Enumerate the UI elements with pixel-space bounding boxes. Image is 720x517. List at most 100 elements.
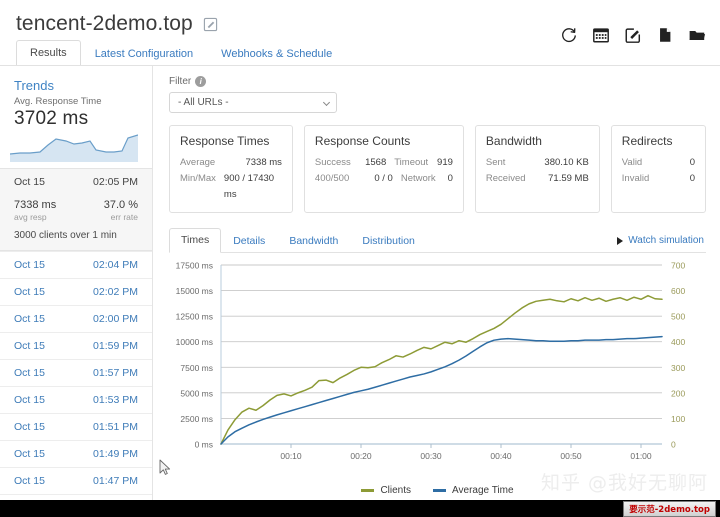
refresh-icon[interactable] xyxy=(560,26,578,44)
card-response-counts: Response Counts Success 1568 Timeout 919… xyxy=(303,125,464,213)
run-row-date: Oct 15 xyxy=(14,367,45,379)
legend-label-clients: Clients xyxy=(380,485,412,496)
response-counts-400500-value: 0 / 0 xyxy=(374,173,393,184)
run-list: Oct 15 02:05 PM 7338 ms avg resp 37.0 % … xyxy=(0,168,152,517)
selected-run-avg-resp: 7338 ms avg resp xyxy=(14,199,56,222)
y-left-tick-label: 2500 ms xyxy=(180,414,213,424)
redirects-row-invalid: Invalid 0 xyxy=(622,171,695,187)
y-left-tick-label: 7500 ms xyxy=(180,363,213,373)
x-tick-label: 00:10 xyxy=(280,451,302,461)
bandwidth-row-received: Received 71.59 MB xyxy=(486,171,589,187)
trends-title[interactable]: Trends xyxy=(14,78,138,93)
app-window: tencent-2demo.top Results Latest Configu… xyxy=(0,0,720,517)
legend-label-average-time: Average Time xyxy=(452,485,514,496)
run-row-date: Oct 15 xyxy=(14,259,45,271)
selected-run-err-rate: 37.0 % err rate xyxy=(104,199,138,222)
avg-resp-label: avg resp xyxy=(14,212,47,222)
chart-tab-times[interactable]: Times xyxy=(169,228,222,253)
tab-results[interactable]: Results xyxy=(16,40,81,67)
calendar-icon[interactable] xyxy=(592,26,610,44)
y-left-tick-label: 10000 ms xyxy=(176,337,213,347)
run-row[interactable]: Oct 15 01:49 PM xyxy=(0,440,152,467)
err-rate-label: err rate xyxy=(110,212,138,222)
y-left-tick-label: 5000 ms xyxy=(180,388,213,398)
run-row-date: Oct 15 xyxy=(14,313,45,325)
folder-icon[interactable] xyxy=(688,26,706,44)
run-row[interactable]: Oct 15 02:02 PM xyxy=(0,278,152,305)
selected-run-date: Oct 15 xyxy=(14,176,45,188)
response-times-row-minmax: Min/Max 900 / 17430 ms xyxy=(180,171,282,203)
response-counts-network-key: Network xyxy=(400,173,436,184)
run-row-date: Oct 15 xyxy=(14,448,45,460)
run-row-time: 01:49 PM xyxy=(93,448,138,460)
response-counts-timeout-key: Timeout xyxy=(394,157,429,168)
chart-tab-details[interactable]: Details xyxy=(221,229,277,253)
chevron-down-icon xyxy=(322,98,331,106)
y-right-tick-label: 0 xyxy=(671,440,676,450)
legend-swatch-clients xyxy=(361,489,375,492)
card-bandwidth-title: Bandwidth xyxy=(485,134,542,148)
chart-legend: Clients Average Time xyxy=(169,485,706,496)
y-right-tick-label: 500 xyxy=(671,312,685,322)
times-chart: 0 ms 0 2500 ms 100 5000 ms 200 7500 ms 300 10000… xyxy=(169,259,706,479)
selected-run-stats: 7338 ms avg resp 37.0 % err rate xyxy=(0,195,152,222)
y-right-tick-label: 400 xyxy=(671,337,685,347)
run-row[interactable]: Oct 15 02:00 PM xyxy=(0,305,152,332)
watch-simulation-link[interactable]: Watch simulation xyxy=(617,235,704,246)
bandwidth-sent-value: 380.10 KB xyxy=(544,157,589,168)
run-row-time: 02:02 PM xyxy=(93,286,138,298)
document-icon[interactable] xyxy=(656,26,674,44)
tab-webhooks-schedule[interactable]: Webhooks & Schedule xyxy=(207,41,346,67)
err-rate-value: 37.0 % xyxy=(103,199,138,211)
card-response-times-title: Response Times xyxy=(180,134,270,148)
chart-tab-bar: Times Details Bandwidth Distribution Wat… xyxy=(169,227,706,253)
run-row[interactable]: Oct 15 01:57 PM xyxy=(0,359,152,386)
filter-label: Filter xyxy=(169,76,192,87)
card-response-times: Response Times Average 7338 ms Min/Max 9… xyxy=(169,125,293,213)
header-icon-bar xyxy=(560,26,706,44)
run-row[interactable]: Oct 15 01:59 PM xyxy=(0,332,152,359)
run-row-date: Oct 15 xyxy=(14,421,45,433)
run-row-date: Oct 15 xyxy=(14,394,45,406)
legend-item-clients: Clients xyxy=(361,485,411,496)
watch-simulation-label: Watch simulation xyxy=(628,235,704,246)
y-left-tick-label: 0 ms xyxy=(195,440,213,450)
page-title: tencent-2demo.top xyxy=(16,12,193,35)
response-times-average-value: 7338 ms xyxy=(245,157,282,168)
response-times-average-key: Average xyxy=(180,157,216,168)
run-row-time: 02:04 PM xyxy=(93,259,138,271)
run-row[interactable]: Oct 15 01:53 PM xyxy=(0,386,152,413)
run-row[interactable]: Oct 15 02:04 PM xyxy=(0,251,152,278)
selected-run-block[interactable]: Oct 15 02:05 PM 7338 ms avg resp 37.0 % … xyxy=(0,168,152,251)
main-tab-bar: Results Latest Configuration Webhooks & … xyxy=(16,39,346,67)
selected-run-note: 3000 clients over 1 min xyxy=(14,230,117,241)
y-left-tick-label: 12500 ms xyxy=(176,312,213,322)
chart-tab-bandwidth[interactable]: Bandwidth xyxy=(277,229,350,253)
summary-cards: Response Times Average 7338 ms Min/Max 9… xyxy=(169,125,706,213)
avg-resp-value: 7338 ms xyxy=(14,199,57,211)
chart-tab-distribution[interactable]: Distribution xyxy=(350,229,427,253)
y-right-tick-label: 100 xyxy=(671,414,685,424)
run-row[interactable]: Oct 15 01:47 PM xyxy=(0,467,152,494)
run-row-date: Oct 15 xyxy=(14,340,45,352)
sidebar: Trends Avg. Response Time 3702 ms Oct 15… xyxy=(0,66,153,517)
info-icon[interactable]: i xyxy=(195,76,207,87)
card-redirects: Redirects Valid 0 Invalid 0 xyxy=(610,125,706,213)
url-filter-select[interactable]: - All URLs - xyxy=(169,92,337,113)
edit-pencil-icon[interactable] xyxy=(203,17,218,32)
bandwidth-row-sent: Sent 380.10 KB xyxy=(486,155,589,171)
bottom-badge: 要示范-2demo.top xyxy=(623,501,716,517)
x-tick-label: 00:30 xyxy=(420,451,442,461)
card-response-counts-title: Response Counts xyxy=(314,134,411,148)
response-counts-400500-key: 400/500 xyxy=(314,173,350,184)
main-panel: Filter i - All URLs - Response Times Ave… xyxy=(153,66,720,517)
run-row-time: 02:00 PM xyxy=(93,313,138,325)
run-row-time: 01:53 PM xyxy=(93,394,138,406)
selected-run-time: 02:05 PM xyxy=(93,176,138,188)
x-tick-label: 01:00 xyxy=(630,451,652,461)
tab-latest-configuration[interactable]: Latest Configuration xyxy=(81,41,207,67)
edit-icon[interactable] xyxy=(624,26,642,44)
selected-run-header[interactable]: Oct 15 02:05 PM xyxy=(0,168,152,195)
times-chart-svg: 0 ms 0 2500 ms 100 5000 ms 200 7500 ms 300 10000… xyxy=(176,261,686,462)
run-row[interactable]: Oct 15 01:51 PM xyxy=(0,413,152,440)
